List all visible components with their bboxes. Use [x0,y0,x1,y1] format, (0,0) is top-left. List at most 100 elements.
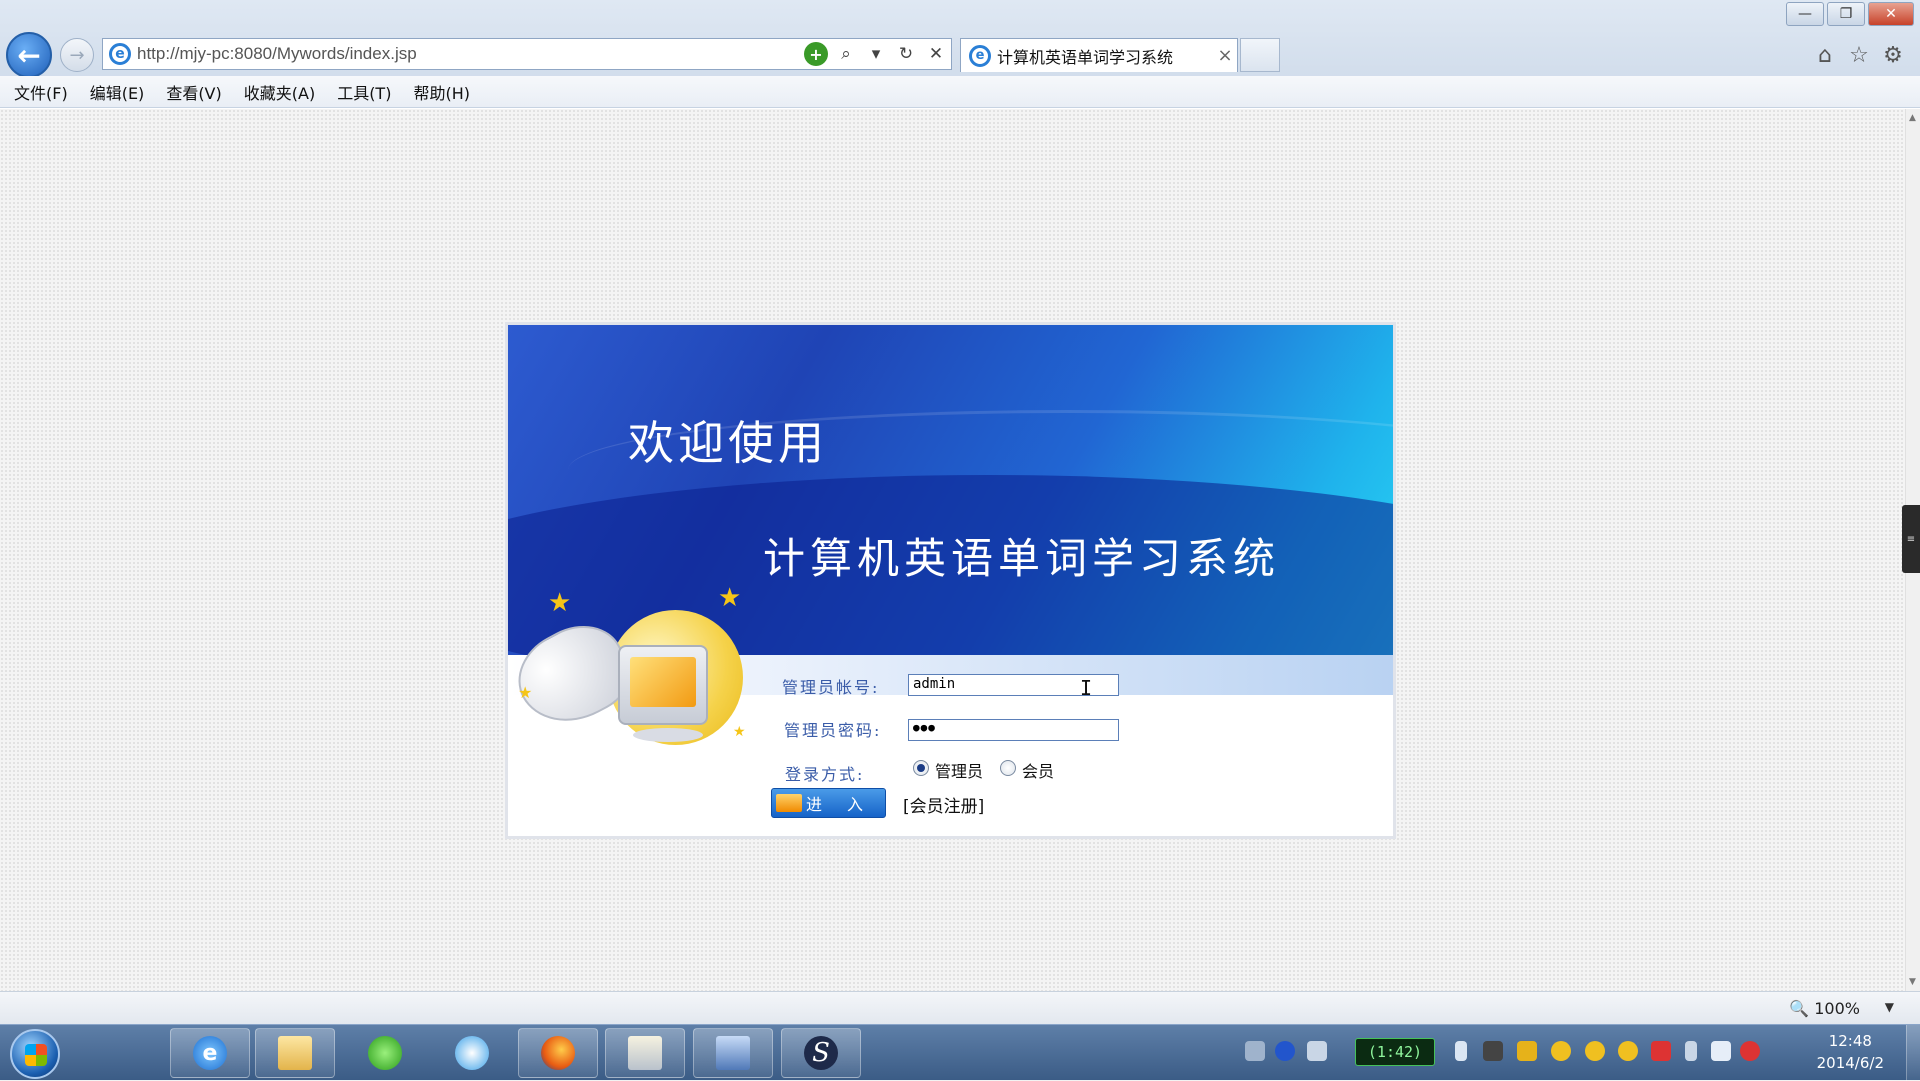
new-tab-button[interactable] [1240,38,1280,72]
menu-tools[interactable]: 工具(T) [337,80,391,104]
tools-icon [628,1036,662,1070]
ie-page-icon: e [109,43,131,65]
s-logo-icon: S [804,1036,838,1070]
taskbar-ie[interactable]: e [170,1028,250,1078]
password-input[interactable]: ●●● [908,719,1119,741]
star-icon: ★ [718,583,742,613]
ie-icon: e [193,1036,227,1070]
zoom-value: 100% [1814,999,1860,1018]
enter-button-label: 进 入 [805,795,874,814]
cloud-icon [455,1036,489,1070]
login-mode-label: 登录方式: [785,765,865,784]
admin-radio[interactable] [913,760,929,776]
tab-title: 计算机英语单词学习系统 [997,47,1174,67]
windows-logo-icon [25,1044,47,1066]
login-panel: 欢迎使用 计算机英语单词学习系统 ★ ★ ★ ★ 管理员帐号: admin 管理… [505,322,1396,839]
menu-edit[interactable]: 编辑(E) [90,80,145,104]
forward-arrow-icon: → [69,44,85,66]
status-bar: 🔍 100% ▼ [0,991,1920,1024]
zoom-dropdown-icon[interactable]: ▼ [1885,1000,1894,1014]
scroll-down-icon[interactable]: ▼ [1909,977,1916,987]
window-mini-icon[interactable] [1307,1041,1327,1061]
star-icon: ★ [733,724,746,740]
account-label: 管理员帐号: [782,678,880,697]
scroll-up-icon[interactable]: ▲ [1909,113,1916,123]
taskbar-explorer[interactable] [255,1028,335,1078]
welcome-heading: 欢迎使用 [628,416,828,470]
member-radio[interactable] [1000,760,1016,776]
tab-favicon-icon: e [969,44,991,67]
qq-icon[interactable] [1618,1041,1638,1061]
compatibility-view-icon[interactable]: + [804,42,828,66]
browser-window: — ❐ ✕ ← → e http://mjy-pc:8080/Mywords/i… [0,0,1920,1024]
flag-icon[interactable] [1651,1041,1671,1061]
address-bar[interactable]: e http://mjy-pc:8080/Mywords/index.jsp +… [102,38,952,70]
keyboard-icon[interactable] [1245,1041,1265,1061]
browser-tools: ⌂ ☆ ⚙ [1804,42,1906,68]
dropdown-arrow-icon[interactable]: ▾ [864,42,888,66]
monitor-stand-icon [633,728,703,742]
folder-icon [278,1036,312,1070]
close-window-button[interactable]: ✕ [1868,2,1914,26]
qq-icon[interactable] [1585,1041,1605,1061]
taskbar-360-browser[interactable] [345,1028,425,1078]
battery-icon[interactable] [1685,1041,1697,1061]
clock-time: 12:48 [1828,1032,1872,1050]
star-icon: ★ [548,588,572,618]
home-icon[interactable]: ⌂ [1812,42,1838,68]
tab-close-icon[interactable]: × [1213,45,1237,66]
back-button[interactable]: ← [6,32,52,78]
firefox-icon [541,1036,575,1070]
monitor-icon [618,645,708,725]
menu-bar: 文件(F) 编辑(E) 查看(V) 收藏夹(A) 工具(T) 帮助(H) [0,76,1920,108]
browser-360-icon [368,1036,402,1070]
side-panel-handle[interactable]: ≡ [1902,505,1920,573]
taskbar-s-app[interactable]: S [781,1028,861,1078]
forward-button[interactable]: → [60,38,94,72]
taskbar-tools-app[interactable] [605,1028,685,1078]
zoom-level[interactable]: 🔍 100% [1789,999,1860,1018]
menu-help[interactable]: 帮助(H) [413,80,470,104]
page-content: 欢迎使用 计算机英语单词学习系统 ★ ★ ★ ★ 管理员帐号: admin 管理… [0,109,1905,991]
url-text[interactable]: http://mjy-pc:8080/Mywords/index.jsp [137,44,801,64]
menu-view[interactable]: 查看(V) [166,80,221,104]
search-icon[interactable]: ⌕ [834,42,858,66]
taskbar-network-app[interactable] [693,1028,773,1078]
back-arrow-icon: ← [17,38,41,72]
tray-expand-icon[interactable] [1455,1041,1467,1061]
camera-icon[interactable] [1483,1041,1503,1061]
signal-icon[interactable] [1711,1041,1731,1061]
menu-favorites[interactable]: 收藏夹(A) [244,80,315,104]
help-icon[interactable] [1275,1041,1295,1061]
volume-muted-icon[interactable] [1740,1041,1760,1061]
text-cursor-icon: I [1080,676,1093,700]
arrow-icon [776,794,802,812]
clock[interactable]: 12:48 2014/6/2 [1817,1030,1884,1074]
member-register-link[interactable]: [会员注册] [903,792,984,817]
menu-file[interactable]: 文件(F) [14,80,68,104]
system-title: 计算机英语单词学习系统 [763,534,1281,583]
show-desktop-button[interactable] [1906,1025,1920,1081]
taskbar-cloud-app[interactable] [432,1028,512,1078]
qq-icon[interactable] [1551,1041,1571,1061]
taskbar: e S (1:42) 12:48 2014/6/2 [0,1024,1920,1081]
stop-icon[interactable]: ✕ [924,42,948,66]
refresh-icon[interactable]: ↻ [894,42,918,66]
system-tray: (1:42) 12:48 2014/6/2 [1245,1025,1920,1081]
shield-icon[interactable] [1517,1041,1537,1061]
password-label: 管理员密码: [784,721,882,740]
member-radio-label[interactable]: 会员 [1022,758,1054,782]
gear-icon[interactable]: ⚙ [1880,42,1906,68]
minimize-button[interactable]: — [1786,2,1824,26]
clock-date: 2014/6/2 [1816,1054,1884,1072]
browser-tab[interactable]: e 计算机英语单词学习系统 × [960,38,1238,72]
satellite-computer-illustration: ★ ★ ★ ★ [508,585,758,790]
network-computer-icon [716,1036,750,1070]
recording-timer[interactable]: (1:42) [1355,1038,1435,1066]
start-button[interactable] [10,1029,60,1079]
restore-button[interactable]: ❐ [1827,2,1865,26]
favorites-star-icon[interactable]: ☆ [1846,42,1872,68]
enter-button[interactable]: 进 入 [771,788,886,818]
taskbar-firefox[interactable] [518,1028,598,1078]
admin-radio-label[interactable]: 管理员 [935,758,983,782]
